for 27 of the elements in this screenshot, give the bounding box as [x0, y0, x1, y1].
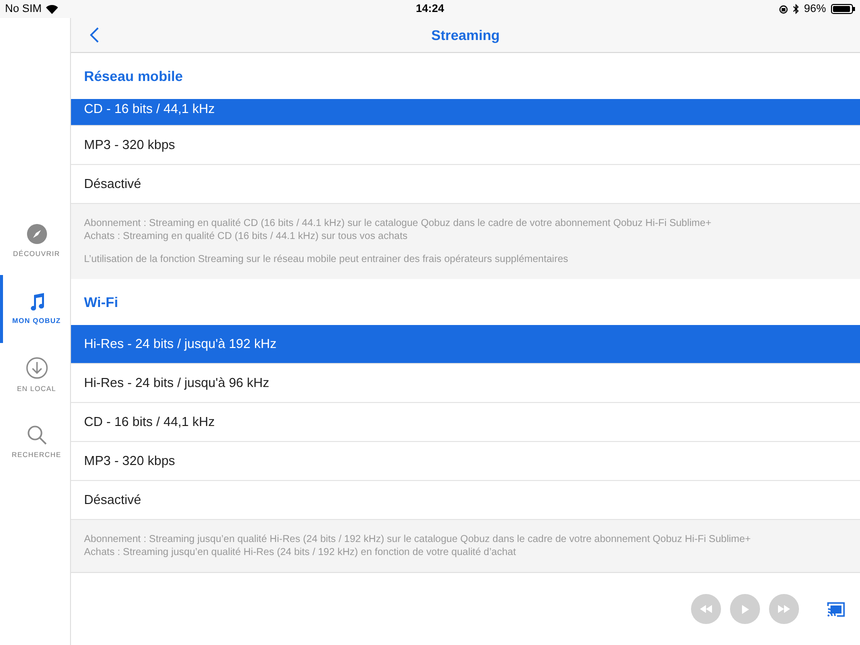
compass-icon — [26, 224, 46, 244]
download-icon — [26, 356, 48, 379]
rewind-icon — [700, 605, 712, 613]
back-button[interactable] — [87, 26, 101, 44]
note-text: Achats : Streaming en qualité CD (16 bits / 44.1 kHz) sur tous vos achats — [84, 230, 408, 243]
note-text: Abonnement : Streaming en qualité CD (16 bits / 44.1 kHz) sur le catalogue Qobuz dans le cadre de votre abonnement Qobuz Hi-Fi Sublime+ — [84, 217, 712, 230]
bluetooth-icon — [792, 4, 799, 14]
rotation-lock-icon — [778, 4, 788, 14]
quality-option[interactable]: Hi-Res - 24 bits / jusqu'à 192 kHz — [71, 325, 860, 364]
clock: 14:24 — [416, 2, 444, 17]
carrier-label: No SIM — [5, 2, 42, 17]
section-title: Réseau mobile — [84, 66, 183, 86]
note-text: Achats : Streaming jusqu’en qualité Hi-Res (24 bits / 192 kHz) en fonction de votre qualité d’achat — [84, 546, 517, 559]
wifi-icon — [46, 4, 58, 14]
play-icon — [742, 604, 748, 614]
section-title: Wi-Fi — [84, 292, 118, 312]
page-title: Streaming — [431, 26, 500, 45]
back-chevron-icon — [90, 27, 98, 43]
cast-icon — [827, 602, 845, 616]
battery-icon — [831, 4, 855, 14]
quality-option[interactable]: CD - 16 bits / 44,1 kHz — [71, 99, 860, 126]
note-text: Abonnement : Streaming jusqu’en qualité Hi-Res (24 bits / 192 kHz) sur le catalogue Qobuz dans le cadre de votre abonnement Qobuz Hi-Fi Sublime+ — [84, 533, 752, 546]
battery-percent: 96% — [804, 2, 826, 17]
note-text: L’utilisation de la fonction Streaming sur le réseau mobile peut entrainer des frais opérateurs supplémentaires — [84, 253, 570, 266]
search-icon — [26, 424, 46, 445]
cast-button[interactable] — [826, 600, 846, 618]
fast-forward-icon — [778, 605, 790, 613]
